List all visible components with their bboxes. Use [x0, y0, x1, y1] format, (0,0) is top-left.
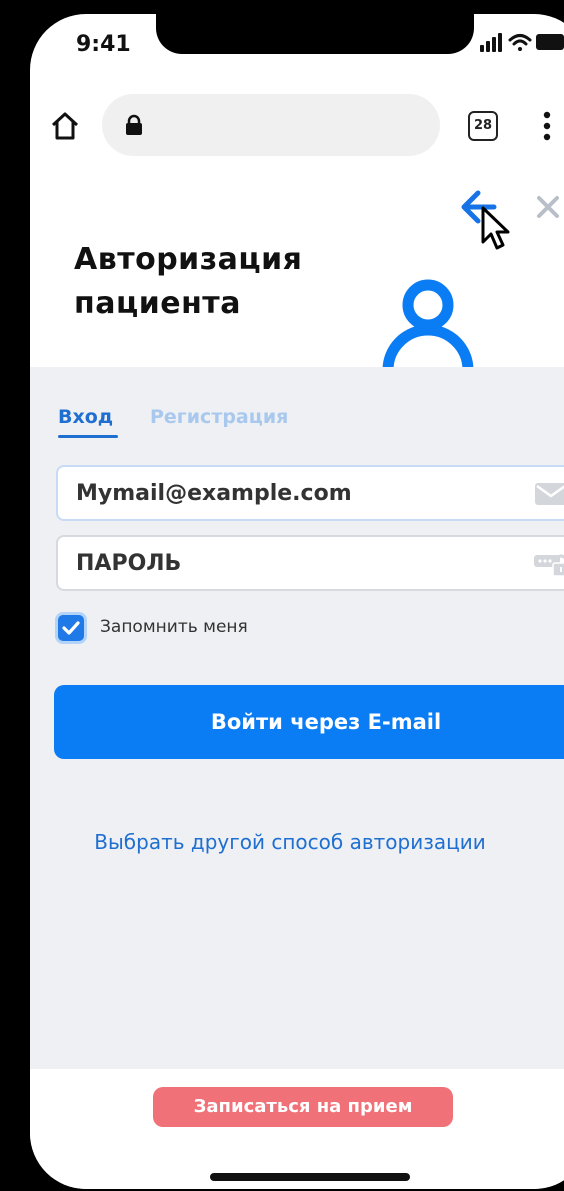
password-placeholder: ПАРОЛЬ [76, 551, 182, 576]
book-appointment-button[interactable]: Записаться на прием [153, 1087, 453, 1127]
tab-active-indicator [58, 435, 118, 438]
modal-title-line1: Авторизация [74, 242, 303, 277]
home-indicator [210, 1173, 410, 1181]
phone-screen: 9:41 28 Авторизация пациента Вход Регист… [30, 14, 564, 1189]
modal-header: Авторизация пациента [30, 172, 564, 371]
more-vert-icon[interactable] [538, 108, 556, 144]
checkmark-icon [62, 621, 80, 635]
password-field[interactable]: ПАРОЛЬ [56, 535, 564, 591]
login-form-panel: Вход Регистрация Mymail@example.com ПАРО… [30, 367, 564, 1069]
remember-me-checkbox[interactable] [58, 615, 84, 641]
user-avatar-icon [380, 278, 476, 371]
login-email-button[interactable]: Войти через E-mail [54, 685, 564, 759]
home-icon[interactable] [48, 109, 82, 143]
wifi-icon [508, 34, 532, 51]
browser-toolbar: 28 [30, 92, 564, 173]
close-icon[interactable] [535, 194, 561, 220]
remember-me-label[interactable]: Запомнить меня [100, 617, 248, 637]
address-bar[interactable] [102, 94, 440, 156]
envelope-icon [534, 481, 564, 507]
signal-icon [480, 33, 502, 52]
modal-title-line2: пациента [74, 286, 241, 321]
email-field[interactable]: Mymail@example.com [56, 465, 564, 521]
modal-title: Авторизация пациента [74, 238, 302, 326]
status-time: 9:41 [76, 32, 131, 57]
cursor-icon [480, 206, 516, 256]
notch [156, 14, 474, 54]
battery-icon [536, 34, 564, 50]
lock-icon [124, 114, 144, 136]
email-field-value: Mymail@example.com [76, 481, 352, 506]
password-lock-icon [534, 551, 564, 577]
alt-auth-link[interactable]: Выбрать другой способ авторизации [30, 830, 550, 854]
tab-login[interactable]: Вход [58, 406, 113, 428]
tab-count-button[interactable]: 28 [468, 111, 498, 141]
footer-bar: Записаться на прием [30, 1069, 564, 1189]
status-icons [480, 30, 564, 56]
tab-register[interactable]: Регистрация [150, 406, 288, 428]
